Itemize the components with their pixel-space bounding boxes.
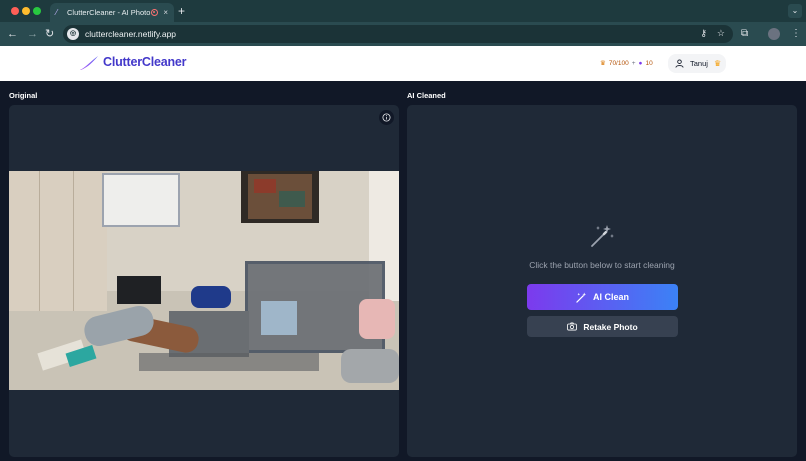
original-label: Original [9, 91, 38, 100]
brand-name[interactable]: ClutterCleaner [103, 55, 187, 69]
forward-arrow-icon[interactable]: → [27, 27, 38, 41]
info-icon [382, 113, 391, 122]
tab-close-icon[interactable]: × [163, 8, 168, 17]
crown-icon: ♛ [600, 60, 606, 67]
minimize-window-button[interactable] [22, 7, 30, 15]
magic-wand-icon [591, 225, 614, 247]
browser-menu-icon[interactable]: ⋮ [791, 27, 801, 41]
password-key-icon[interactable]: ⚷ [700, 28, 707, 39]
info-button[interactable] [379, 110, 394, 125]
retake-photo-button[interactable]: Retake Photo [527, 316, 678, 337]
profile-avatar[interactable] [768, 28, 780, 40]
recording-icon [151, 9, 159, 16]
logo-swoosh-icon [80, 56, 98, 70]
tab-title: ClutterCleaner - AI Photo [67, 8, 151, 17]
user-icon [675, 59, 684, 68]
magic-wand-icon [576, 291, 587, 303]
app-header: ClutterCleaner ♛ 70/100 + ● 10 Tanuj ♛ [0, 46, 806, 81]
credits-counter: ♛ 70/100 + ● 10 [600, 59, 653, 68]
browser-tab-bar: ⁄ ClutterCleaner - AI Photo × + ⌄ [0, 0, 806, 22]
camera-icon [567, 322, 578, 331]
magic-wand-icon: ⁄ [56, 8, 58, 17]
new-tab-button[interactable]: + [178, 4, 185, 18]
browser-tab-active[interactable]: ⁄ ClutterCleaner - AI Photo × [50, 3, 174, 22]
ai-cleaned-label: AI Cleaned [407, 91, 446, 100]
credits-usage: 70/100 [608, 59, 629, 67]
reload-icon[interactable]: ↻ [45, 27, 54, 41]
browser-toolbar: ← → ↻ ◎ cluttercleaner.netlify.app ⚷ ☆ ⧉… [0, 22, 806, 46]
extensions-puzzle-icon[interactable]: ⧉ [741, 27, 748, 41]
back-arrow-icon[interactable]: ← [7, 27, 18, 41]
url-text[interactable]: cluttercleaner.netlify.app [85, 29, 176, 39]
original-photo [9, 171, 399, 390]
bonus-icon: ● [638, 59, 643, 67]
credits-bonus: 10 [645, 59, 653, 67]
close-window-button[interactable] [11, 7, 19, 15]
user-name: Tanuj [690, 59, 708, 68]
site-info-icon[interactable]: ◎ [67, 28, 79, 40]
ai-clean-button[interactable]: AI Clean [527, 284, 678, 310]
address-bar[interactable]: ◎ cluttercleaner.netlify.app ⚷ ☆ [63, 25, 733, 43]
ai-clean-label: AI Clean [592, 292, 629, 302]
user-menu-button[interactable]: Tanuj ♛ [668, 54, 726, 73]
crown-icon: ♛ [713, 59, 722, 68]
retake-photo-label: Retake Photo [583, 321, 638, 332]
original-image-panel [9, 105, 399, 457]
bookmark-star-icon[interactable]: ☆ [717, 28, 725, 39]
credits-plus: + [631, 59, 636, 67]
tab-search-button[interactable]: ⌄ [788, 4, 802, 18]
ai-cleaned-panel: Click the button below to start cleaning… [407, 105, 797, 457]
clean-hint-text: Click the button below to start cleaning [529, 260, 675, 270]
maximize-window-button[interactable] [33, 7, 41, 15]
